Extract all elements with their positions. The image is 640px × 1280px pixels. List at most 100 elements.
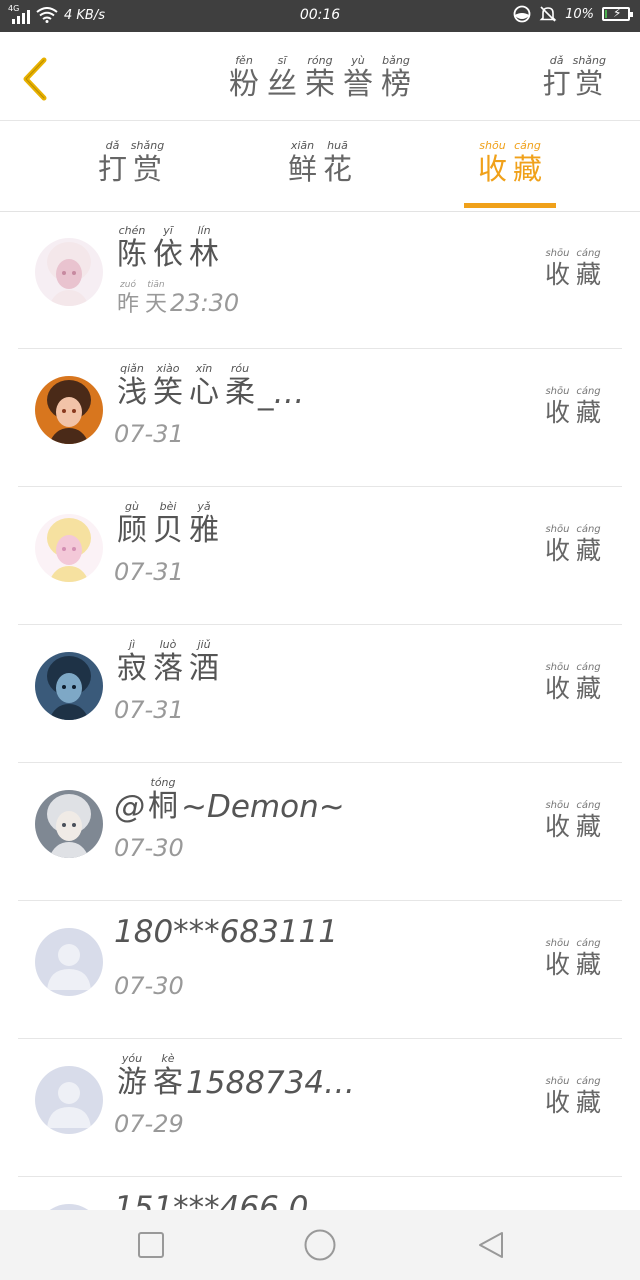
pinyin: xiān xyxy=(290,139,315,152)
back-triangle-icon[interactable] xyxy=(476,1230,506,1260)
avatar[interactable] xyxy=(35,928,103,996)
list-item[interactable]: 180***683111 07-30 shōu 收 cáng 藏 xyxy=(0,902,640,1039)
hanzi: 收 xyxy=(544,950,570,979)
name-char: gù 顾 xyxy=(114,500,150,549)
pinyin: shǎng xyxy=(130,139,165,152)
hanzi: 打 xyxy=(542,67,571,100)
avatar[interactable] xyxy=(35,790,103,858)
name-char: bèi 贝 xyxy=(150,500,186,549)
pinyin: lín xyxy=(197,224,211,237)
name-char: jiǔ 酒 xyxy=(186,638,222,687)
pinyin: róng xyxy=(307,54,333,67)
tab-flowers[interactable]: xiān 鲜 huā 花 xyxy=(245,139,395,186)
action-char: cáng 藏 xyxy=(573,524,604,566)
pinyin: shōu xyxy=(545,1076,570,1087)
tab-reward[interactable]: dǎ 打 shǎng 赏 xyxy=(55,139,205,186)
user-name: 180***683111 xyxy=(114,914,338,950)
pinyin: cáng xyxy=(576,524,601,535)
hanzi: 游 xyxy=(117,1065,147,1100)
title-char: bǎng 榜 xyxy=(377,54,415,103)
list-item[interactable]: 151***466 0 xyxy=(0,1178,640,1210)
avatar[interactable] xyxy=(35,238,103,306)
timestamp: zuó 昨 tiān 天 23:30 xyxy=(114,280,239,319)
fan-list[interactable]: chén 陈 yī 依 lín 林 zuó 昨 tiān 天 23:30 shōu 收 cáng 藏 qiǎ… xyxy=(0,212,640,1210)
name-char: kè 客 xyxy=(150,1052,186,1101)
user-name: yóu 游 kè 客 1588734… xyxy=(114,1052,355,1101)
timestamp: 07-31 xyxy=(114,694,184,726)
list-item[interactable]: chén 陈 yī 依 lín 林 zuó 昨 tiān 天 23:30 shōu 收 cáng 藏 xyxy=(0,212,640,349)
hanzi: 赏 xyxy=(575,67,604,100)
title-char: róng 荣 xyxy=(301,54,339,103)
pinyin: zuó xyxy=(120,280,136,290)
user-name: qiǎn 浅 xiào 笑 xīn 心 róu 柔 _… xyxy=(114,362,305,411)
hanzi: 鲜 xyxy=(287,152,317,186)
action-char: cáng 藏 xyxy=(573,386,604,428)
tab-favorite[interactable]: shōu 收 cáng 藏 xyxy=(435,139,585,186)
action-char: shōu 收 xyxy=(542,1076,573,1118)
name-char: yī 依 xyxy=(150,224,186,273)
hanzi: 收 xyxy=(544,536,570,565)
avatar[interactable] xyxy=(35,1066,103,1134)
name-char: chén 陈 xyxy=(114,224,150,273)
reward-button[interactable]: dǎ 打 shǎng 赏 xyxy=(541,54,606,101)
pinyin: jiǔ xyxy=(197,638,211,651)
pinyin: jì xyxy=(128,638,136,651)
list-item[interactable]: yóu 游 kè 客 1588734… 07-29 shōu 收 cáng 藏 xyxy=(0,1040,640,1177)
list-item[interactable]: jì 寂 luò 落 jiǔ 酒 07-31 shōu 收 cáng 藏 xyxy=(0,626,640,763)
user-name: gù 顾 bèi 贝 yǎ 雅 xyxy=(114,500,222,549)
list-item[interactable]: @ tóng 桐 ~Demon~ 07-30 shōu 收 cáng 藏 xyxy=(0,764,640,901)
action-char: cáng 藏 xyxy=(573,248,604,290)
reward-char: dǎ 打 xyxy=(541,54,573,101)
tab-label-char: shǎng 赏 xyxy=(130,139,165,186)
home-icon[interactable] xyxy=(303,1228,337,1262)
favorite-label: shōu 收 cáng 藏 xyxy=(542,938,604,980)
pinyin: cáng xyxy=(576,800,601,811)
hanzi: 藏 xyxy=(575,812,601,841)
timestamp: 07-29 xyxy=(114,1108,184,1140)
pinyin: yǎ xyxy=(197,500,211,513)
name-char: tóng 桐 xyxy=(145,776,181,825)
action-char: shōu 收 xyxy=(542,386,573,428)
pinyin: shōu xyxy=(545,386,570,397)
name-text: 151***466 0 xyxy=(114,1190,309,1210)
name-char: xīn 心 xyxy=(186,362,222,411)
hanzi: 雅 xyxy=(189,513,219,548)
avatar[interactable] xyxy=(35,376,103,444)
battery-icon: ⚡ xyxy=(602,6,633,21)
pinyin: cáng xyxy=(576,938,601,949)
pinyin: yù xyxy=(351,54,365,67)
list-item[interactable]: qiǎn 浅 xiào 笑 xīn 心 róu 柔 _… 07-31 shōu 收 cáng 藏 xyxy=(0,350,640,487)
avatar[interactable] xyxy=(35,652,103,720)
hanzi: 桐 xyxy=(148,789,178,824)
list-item[interactable]: gù 顾 bèi 贝 yǎ 雅 07-31 shōu 收 cáng 藏 xyxy=(0,488,640,625)
hanzi: 榜 xyxy=(381,67,411,102)
hanzi: 藏 xyxy=(575,1088,601,1117)
timestamp: 07-31 xyxy=(114,418,184,450)
pinyin: shōu xyxy=(545,938,570,949)
pinyin: sī xyxy=(277,54,287,67)
date-text: 07-30 xyxy=(114,972,184,1000)
recent-apps-icon[interactable] xyxy=(136,1230,166,1260)
name-char: yǎ 雅 xyxy=(186,500,222,549)
reward-char: shǎng 赏 xyxy=(573,54,606,101)
pinyin: huā xyxy=(327,139,348,152)
name-text: @ xyxy=(114,789,145,825)
hanzi: 贝 xyxy=(153,513,183,548)
pinyin: dǎ xyxy=(105,139,120,152)
date-text: 23:30 xyxy=(170,289,240,317)
hanzi: 酒 xyxy=(189,651,219,686)
pinyin: qiǎn xyxy=(120,362,144,375)
hanzi: 藏 xyxy=(575,260,601,289)
name-char: luò 落 xyxy=(150,638,186,687)
action-char: shōu 收 xyxy=(542,800,573,842)
favorite-label: shōu 收 cáng 藏 xyxy=(542,248,604,290)
date-text: 07-30 xyxy=(114,834,184,862)
action-char: cáng 藏 xyxy=(573,800,604,842)
action-char: shōu 收 xyxy=(542,524,573,566)
pinyin: xiào xyxy=(156,362,180,375)
pinyin: cáng xyxy=(576,1076,601,1087)
avatar[interactable] xyxy=(35,514,103,582)
title-char: yù 誉 xyxy=(339,54,377,103)
pinyin: fěn xyxy=(235,54,253,67)
hanzi: 誉 xyxy=(343,67,373,102)
